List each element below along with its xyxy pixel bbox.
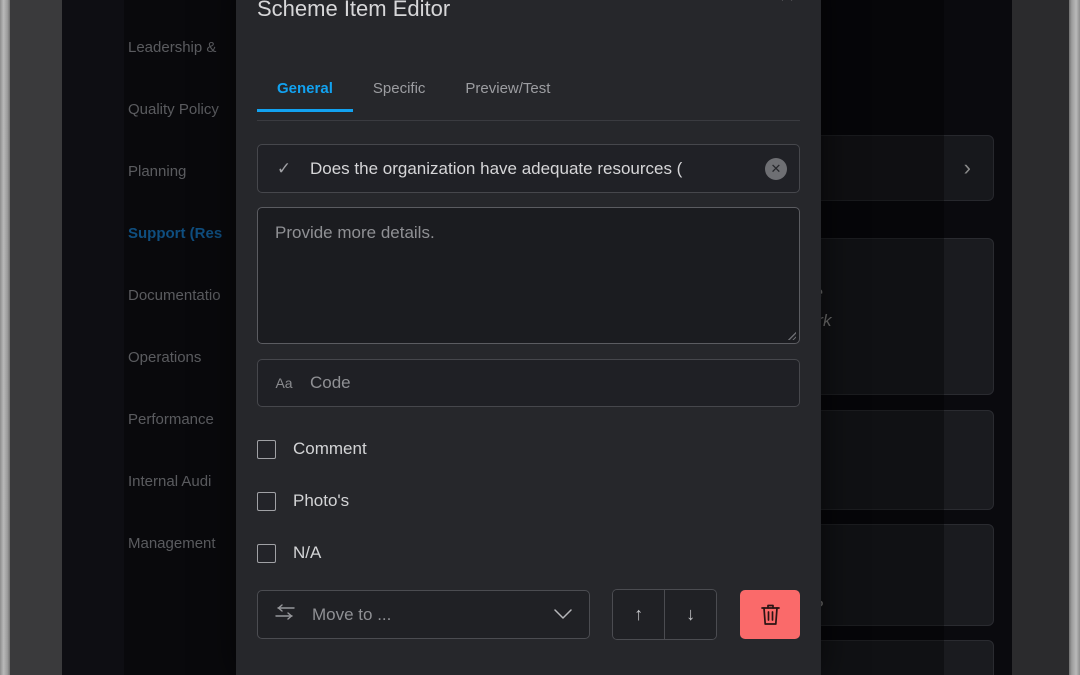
close-icon[interactable]: ✕ bbox=[774, 0, 800, 8]
reorder-button-group: ↑ ↓ bbox=[612, 589, 718, 640]
tab-specific[interactable]: Specific bbox=[353, 74, 446, 111]
window-edge-left bbox=[0, 0, 10, 675]
dialog-title: Scheme Item Editor bbox=[257, 0, 451, 21]
clear-input-icon[interactable]: ✕ bbox=[765, 157, 787, 180]
checkbox-label: Comment bbox=[293, 439, 367, 458]
code-field[interactable]: Aa Code bbox=[257, 359, 800, 407]
window-chrome-right bbox=[1012, 0, 1069, 675]
checkbox-label: Photo's bbox=[293, 491, 350, 510]
options-checkbox-group: Comment Photo's N/A bbox=[257, 423, 800, 579]
transfer-arrows-icon bbox=[258, 604, 312, 625]
dialog-tabs: General Specific Preview/Test bbox=[257, 74, 800, 121]
window-edge-right bbox=[1069, 0, 1080, 675]
details-placeholder: Provide more details. bbox=[275, 223, 435, 242]
tab-label: Preview/Test bbox=[465, 80, 551, 97]
dialog-titlebar: Scheme Item Editor ✕ bbox=[257, 0, 800, 22]
tab-label: Specific bbox=[372, 80, 426, 97]
checkbox-box-icon[interactable] bbox=[257, 439, 276, 459]
dialog-action-row: Move to ... ↑ ↓ bbox=[257, 589, 801, 640]
move-up-button[interactable]: ↑ bbox=[613, 590, 665, 639]
move-down-button[interactable]: ↓ bbox=[664, 590, 717, 639]
delete-button[interactable] bbox=[740, 590, 801, 639]
checkbox-box-icon[interactable] bbox=[257, 543, 276, 563]
trash-icon bbox=[760, 603, 781, 626]
chevron-right-icon: › bbox=[963, 155, 971, 180]
scheme-item-editor-dialog: Scheme Item Editor ✕ General Specific Pr… bbox=[236, 0, 821, 675]
checkbox-photos[interactable]: Photo's bbox=[257, 475, 800, 527]
window-chrome-left bbox=[10, 0, 62, 675]
checkmark-icon: ✓ bbox=[276, 158, 292, 178]
move-to-label: Move to ... bbox=[312, 604, 392, 624]
details-textarea[interactable]: Provide more details. bbox=[257, 207, 800, 344]
checkbox-na[interactable]: N/A bbox=[257, 527, 800, 579]
checkbox-label: N/A bbox=[293, 543, 322, 562]
arrow-down-icon: ↓ bbox=[686, 604, 696, 624]
arrow-up-icon: ↑ bbox=[634, 604, 644, 624]
question-title-field[interactable]: ✓ Does the organization have adequate re… bbox=[257, 144, 800, 193]
screenshot-root: Leadership & Quality Policy Planning Sup… bbox=[0, 0, 1080, 675]
tab-label: General bbox=[277, 80, 333, 97]
tab-general[interactable]: General bbox=[257, 74, 353, 112]
tab-preview-test[interactable]: Preview/Test bbox=[445, 74, 570, 111]
resize-handle-icon[interactable] bbox=[787, 331, 796, 340]
code-placeholder: Code bbox=[310, 373, 351, 392]
question-title-value: Does the organization have adequate reso… bbox=[310, 158, 683, 178]
text-format-icon: Aa bbox=[275, 375, 293, 391]
move-to-select[interactable]: Move to ... bbox=[257, 590, 591, 639]
checkbox-comment[interactable]: Comment bbox=[257, 423, 800, 475]
checkbox-box-icon[interactable] bbox=[257, 491, 276, 511]
chevron-down-icon bbox=[554, 607, 573, 623]
